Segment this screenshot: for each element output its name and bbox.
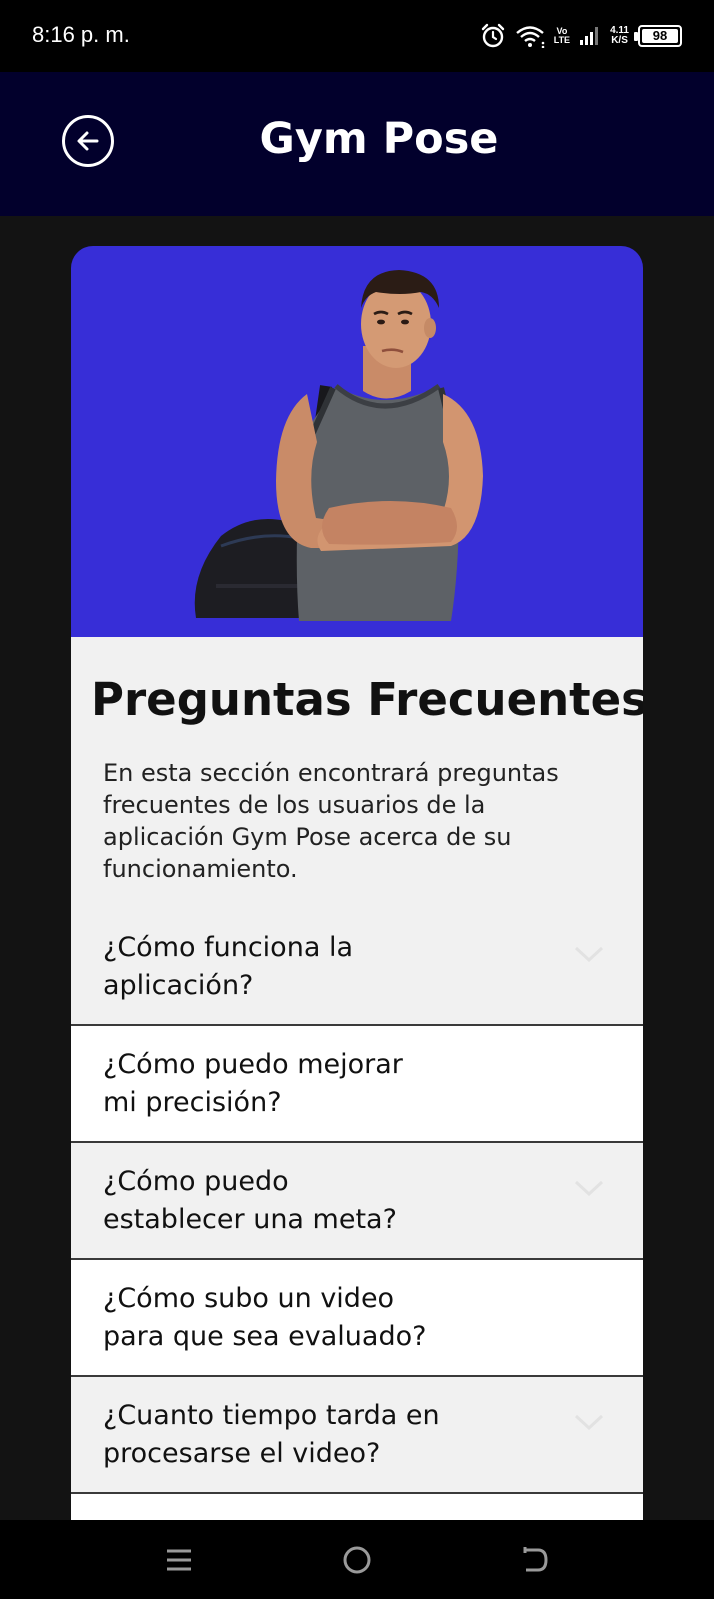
menu-icon (167, 1549, 191, 1571)
status-bar: 8:16 p. m. Vo LTE 4.11 K/S 98 (0, 0, 714, 72)
faq-question: ¿Cómo puedo establecer una meta? (103, 1166, 397, 1235)
status-time: 8:16 p. m. (32, 22, 130, 47)
speed-unit: K/S (611, 35, 628, 46)
home-button[interactable] (335, 1538, 379, 1582)
wifi-icon (515, 26, 545, 48)
faq-question: ¿Cómo funciona la aplicación? (103, 932, 353, 1001)
app-header: Gym Pose (0, 72, 714, 216)
system-nav-bar (0, 1520, 714, 1599)
faq-card: Preguntas Frecuentes En esta sección enc… (71, 246, 643, 1520)
faq-item[interactable]: ¿Cuanto tiempo tarda en procesarse el vi… (71, 1377, 643, 1494)
faq-item[interactable]: ¿Cómo subo un video para que sea evaluad… (71, 1260, 643, 1377)
volte-bottom-label: LTE (553, 35, 571, 45)
battery-icon: 98 (634, 25, 682, 47)
back-icon (523, 1547, 548, 1572)
hero-banner (71, 246, 643, 637)
signal-icon (580, 27, 599, 45)
chevron-down-icon (574, 946, 604, 963)
faq-item[interactable] (71, 1494, 643, 1520)
system-back-button[interactable] (513, 1538, 557, 1582)
battery-level: 98 (642, 29, 678, 43)
faq-intro: En esta sección encontrará preguntas fre… (103, 759, 559, 883)
chevron-down-icon (574, 1180, 604, 1197)
faq-question: ¿Cómo subo un video para que sea evaluad… (103, 1283, 427, 1352)
menu-button[interactable] (157, 1538, 201, 1582)
faq-item[interactable]: ¿Cómo puedo mejorar mi precisión? (71, 1026, 643, 1143)
faq-content: Preguntas Frecuentes En esta sección enc… (71, 637, 643, 1520)
man-with-gym-bag-illustration (194, 270, 483, 621)
faq-question: ¿Cómo puedo mejorar mi precisión? (103, 1049, 403, 1118)
network-speed: 4.11 K/S (610, 26, 629, 46)
faq-item[interactable]: ¿Cómo funciona la aplicación? (71, 909, 643, 1026)
volte-icon: Vo LTE (554, 27, 570, 45)
faq-question: ¿Cuanto tiempo tarda en procesarse el vi… (103, 1400, 440, 1469)
app-title: Gym Pose (259, 114, 499, 164)
alarm-icon (481, 23, 504, 48)
home-icon (343, 1546, 371, 1574)
chevron-down-icon (574, 1414, 604, 1431)
faq-list: ¿Cómo funciona la aplicación? ¿Cómo pued… (71, 909, 643, 1520)
faq-item[interactable]: ¿Cómo puedo establecer una meta? (71, 1143, 643, 1260)
status-icons: Vo LTE 4.11 K/S 98 (480, 20, 682, 52)
faq-title: Preguntas Frecuentes (91, 673, 643, 726)
